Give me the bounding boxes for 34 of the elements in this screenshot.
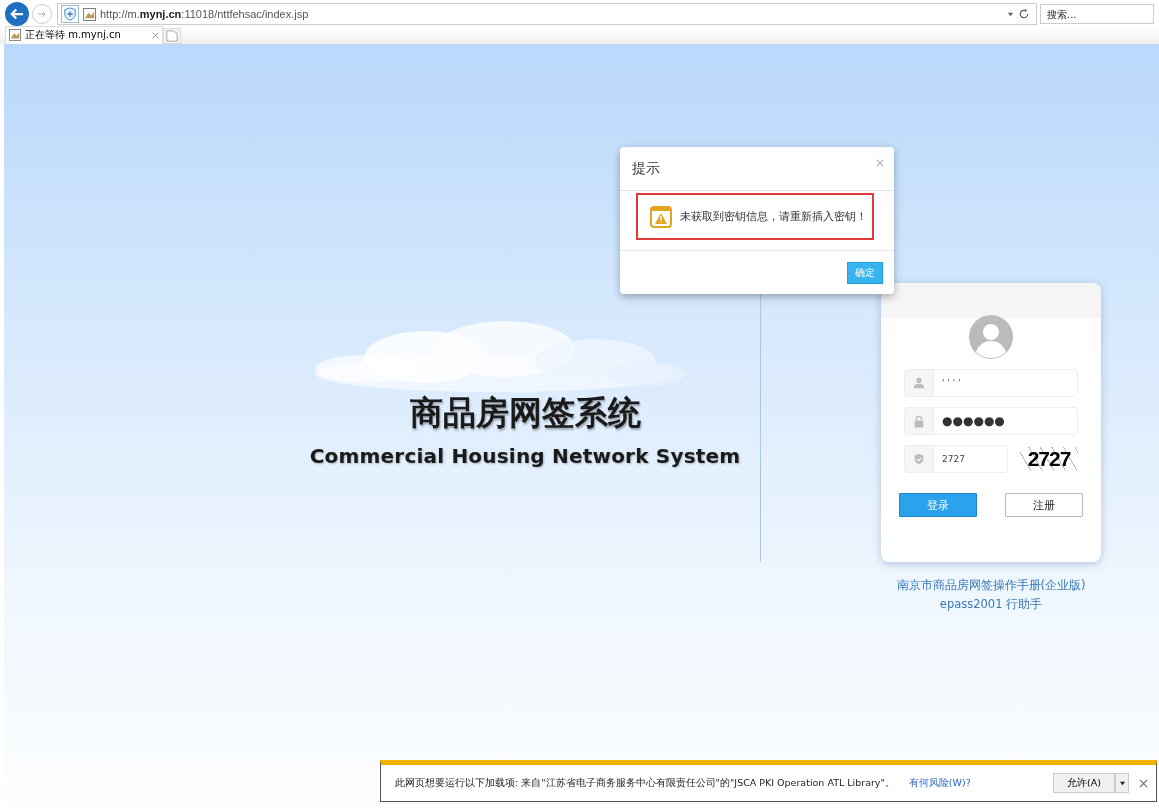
risk-link[interactable]: 有何风险(W)?: [908, 776, 971, 790]
browser-tab[interactable]: 正在等待 m.mynj.cn: [5, 26, 163, 44]
page-icon: [9, 29, 21, 41]
avatar-icon: [969, 315, 1013, 359]
user-icon: [913, 377, 925, 389]
username-field[interactable]: ' ' ' ': [904, 369, 1078, 397]
register-button[interactable]: 注册: [1005, 493, 1083, 517]
new-page-icon: [166, 30, 178, 42]
dropdown-icon[interactable]: [1007, 10, 1014, 18]
captcha-field[interactable]: 2727: [904, 445, 1008, 473]
password-field[interactable]: ●●●●●●: [904, 407, 1078, 435]
caret-icon: [1118, 779, 1126, 787]
back-button[interactable]: [5, 2, 29, 26]
system-title: 商品房网签系统: [409, 392, 641, 434]
refresh-icon[interactable]: [1018, 8, 1030, 20]
shield-icon: [61, 5, 79, 23]
allow-button[interactable]: 允许(A): [1053, 773, 1115, 793]
dialog-title: 提示: [632, 159, 660, 178]
search-field[interactable]: 搜索...: [1040, 4, 1154, 24]
close-icon[interactable]: [1139, 778, 1148, 788]
captcha-image[interactable]: 2727: [1020, 447, 1078, 471]
help-link[interactable]: 南京市商品房网签操作手册(企业版): [896, 578, 1086, 593]
page-icon: [83, 7, 96, 21]
close-icon[interactable]: [152, 31, 159, 39]
help-link[interactable]: epass2001 行助手: [939, 597, 1043, 612]
dropdown-button[interactable]: [1115, 773, 1129, 793]
notification-message: 此网页想要运行以下加载项: 来自"江苏省电子商务服务中心有限责任公司"的"JSCA PKI Operation ATL Library"。: [395, 776, 895, 790]
warning-icon: [650, 205, 672, 228]
address-bar[interactable]: http://m.mynj.cn:11018/nttfehsac/index.jsp: [57, 3, 1037, 25]
system-subtitle: Commercial Housing Network System: [309, 444, 741, 468]
shield-check-icon: [913, 453, 925, 465]
url-text: http://m.mynj.cn:11018/nttfehsac/index.jsp: [100, 8, 309, 20]
dialog-message: 未获取到密钥信息，请重新插入密钥！: [680, 209, 867, 224]
lock-icon: [913, 414, 925, 428]
